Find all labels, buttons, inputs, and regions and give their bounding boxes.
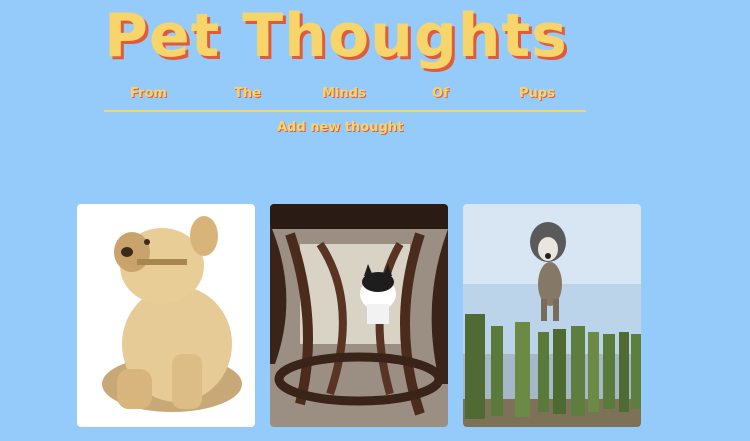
pet-card-dog-beach[interactable]: [463, 204, 641, 427]
tagline: From The Minds Of Pups: [104, 86, 586, 112]
add-new-thought-link[interactable]: Add new thought: [277, 120, 403, 135]
page-title: Pet Thoughts: [104, 1, 568, 71]
tagline-word: Minds: [322, 86, 366, 101]
tagline-word: The: [234, 86, 261, 101]
tagline-word: From: [130, 86, 167, 101]
tagline-word: Pups: [519, 86, 555, 101]
pet-card-kitten[interactable]: [270, 204, 448, 427]
tagline-word: Of: [432, 86, 449, 101]
pet-card-dog-statue[interactable]: [77, 204, 255, 427]
dog-statue-image: [77, 204, 255, 427]
kitten-image: [270, 204, 448, 427]
dog-beach-image: [463, 204, 641, 427]
